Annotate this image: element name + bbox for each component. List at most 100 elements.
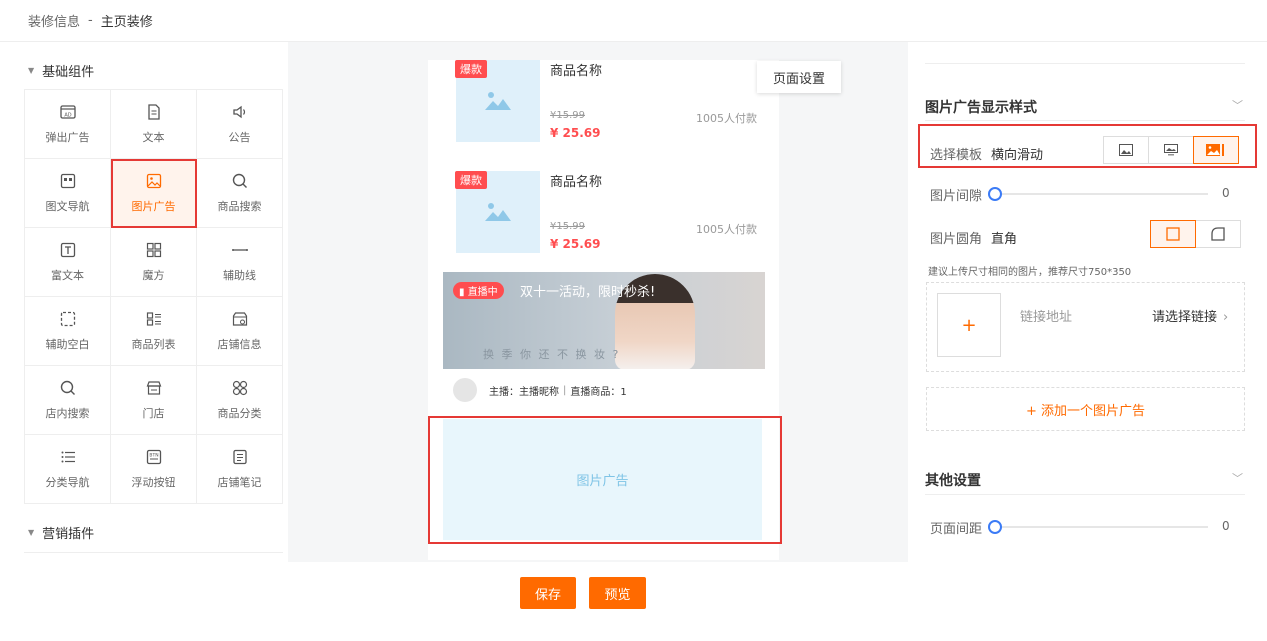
slider-track bbox=[988, 193, 1208, 195]
document-icon bbox=[145, 103, 163, 121]
add-image-ad-button[interactable]: + 添加一个图片广告 bbox=[926, 387, 1245, 431]
slider-handle[interactable] bbox=[988, 187, 1002, 201]
anchor-name: 主播：主播昵称 bbox=[489, 386, 559, 398]
preview-button[interactable]: 预览 bbox=[589, 577, 646, 609]
component-shop-note[interactable]: 店铺笔记 bbox=[197, 435, 283, 504]
component-rich-text[interactable]: 富文本 bbox=[25, 228, 111, 297]
page-settings-button[interactable]: 页面设置 bbox=[757, 61, 841, 93]
breadcrumb: 装修信息 - 主页装修 bbox=[0, 0, 1267, 42]
cube-grid-icon bbox=[145, 241, 163, 259]
svg-text:BTN: BTN bbox=[149, 453, 158, 459]
chevron-down-icon[interactable]: ﹀ bbox=[1232, 470, 1243, 486]
component-text[interactable]: 文本 bbox=[111, 90, 197, 159]
image-placeholder-icon bbox=[485, 203, 511, 221]
live-badge: ▮ 直播中 bbox=[453, 282, 504, 299]
chevron-down-icon[interactable]: ﹀ bbox=[1232, 97, 1243, 113]
component-panel: ▼ 基础组件 AD 弹出广告 文本 公告 图文导航 图片广告 商品搜索 富文本 … bbox=[0, 42, 288, 562]
corner-label: 图片圆角 bbox=[930, 232, 983, 247]
template-value: 横向滑动 bbox=[991, 148, 1044, 163]
product-name: 商品名称 bbox=[550, 175, 603, 190]
component-popup-ad[interactable]: AD 弹出广告 bbox=[25, 90, 111, 159]
gap-value: 0 bbox=[1222, 186, 1230, 200]
slider-handle[interactable] bbox=[988, 520, 1002, 534]
component-image-nav[interactable]: 图文导航 bbox=[25, 159, 111, 228]
corner-value: 直角 bbox=[991, 232, 1018, 247]
product-card[interactable]: 爆款 商品名称 ¥15.99 1005人付款 ¥ 25.69 bbox=[442, 171, 769, 271]
component-label: 图文导航 bbox=[45, 200, 90, 213]
component-product-search[interactable]: 商品搜索 bbox=[197, 159, 283, 228]
component-store[interactable]: 门店 bbox=[111, 366, 197, 435]
caret-down-icon: ▼ bbox=[28, 527, 35, 537]
component-product-list[interactable]: 商品列表 bbox=[111, 297, 197, 366]
component-blank[interactable]: 辅助空白 bbox=[25, 297, 111, 366]
component-label: 店内搜索 bbox=[45, 407, 90, 420]
speaker-icon bbox=[231, 103, 249, 121]
product-old-price: ¥15.99 bbox=[550, 110, 585, 121]
store-icon bbox=[145, 379, 163, 397]
gap-label: 图片间隙 bbox=[930, 189, 983, 204]
live-bars-icon: ▮ bbox=[459, 287, 468, 298]
divider bbox=[925, 63, 1245, 64]
product-price: ¥ 25.69 bbox=[550, 237, 601, 251]
live-title: 双十一活动，限时秒杀! bbox=[520, 285, 656, 300]
group-marketing-header[interactable]: ▼ 营销插件 bbox=[0, 518, 94, 546]
image-upload-button[interactable]: + bbox=[937, 293, 1001, 357]
corner-round-option[interactable] bbox=[1195, 220, 1241, 248]
template-horizontal-scroll-option[interactable] bbox=[1193, 136, 1239, 164]
divider bbox=[925, 494, 1245, 495]
template-label: 选择模板 bbox=[930, 148, 983, 163]
divider bbox=[925, 120, 1245, 121]
link-select[interactable]: 请选择链接 › bbox=[1152, 306, 1228, 325]
component-shop-info[interactable]: 店铺信息 bbox=[197, 297, 283, 366]
component-in-shop-search[interactable]: 店内搜索 bbox=[25, 366, 111, 435]
image-placeholder-icon bbox=[485, 92, 511, 110]
product-sold-count: 1005人付款 bbox=[696, 112, 757, 125]
component-float-button[interactable]: BTN 浮动按钮 bbox=[111, 435, 197, 504]
btn-icon: BTN bbox=[145, 448, 163, 466]
product-sold-count: 1005人付款 bbox=[696, 223, 757, 236]
note-icon bbox=[231, 448, 249, 466]
group-basic-header[interactable]: ▼ 基础组件 bbox=[0, 56, 288, 84]
template-carousel-option[interactable] bbox=[1148, 136, 1194, 164]
ad-icon: AD bbox=[59, 103, 77, 121]
component-label: 图片广告 bbox=[131, 200, 176, 213]
template-single-option[interactable] bbox=[1103, 136, 1149, 164]
corner-square-option[interactable] bbox=[1150, 220, 1196, 248]
component-category[interactable]: 商品分类 bbox=[197, 366, 283, 435]
page-margin-slider[interactable] bbox=[988, 520, 1208, 534]
hot-tag: 爆款 bbox=[455, 171, 487, 189]
dashed-square-icon bbox=[59, 310, 77, 328]
image-carousel-icon bbox=[1164, 144, 1178, 156]
page-margin-label: 页面间距 bbox=[930, 522, 983, 537]
component-label: 门店 bbox=[142, 407, 165, 420]
live-subtitle: 换 季 你 还 不 换 妆 ? bbox=[483, 348, 621, 361]
component-label: 店铺信息 bbox=[217, 338, 262, 351]
product-card[interactable]: 爆款 商品名称 ¥15.99 1005人付款 ¥ 25.69 bbox=[442, 60, 769, 160]
link-label: 链接地址 bbox=[1020, 310, 1073, 325]
image-nav-icon bbox=[59, 172, 77, 190]
component-label: 商品列表 bbox=[131, 338, 176, 351]
breadcrumb-parent[interactable]: 装修信息 bbox=[28, 11, 80, 30]
component-divider[interactable]: 辅助线 bbox=[197, 228, 283, 297]
save-button[interactable]: 保存 bbox=[520, 577, 576, 609]
component-cube[interactable]: 魔方 bbox=[111, 228, 197, 297]
component-notice[interactable]: 公告 bbox=[197, 90, 283, 159]
product-name: 商品名称 bbox=[550, 64, 603, 79]
component-image-ad[interactable]: 图片广告 bbox=[111, 159, 197, 228]
component-label: 魔方 bbox=[142, 269, 165, 282]
shop-info-icon bbox=[231, 310, 249, 328]
component-label: 文本 bbox=[142, 131, 165, 144]
live-product-count: 直播商品：1 bbox=[570, 386, 627, 398]
component-label: 公告 bbox=[228, 131, 251, 144]
component-label: 商品分类 bbox=[217, 407, 262, 420]
image-single-icon bbox=[1119, 144, 1133, 156]
component-label: 商品搜索 bbox=[217, 200, 262, 213]
live-banner[interactable]: ▮ 直播中 双十一活动，限时秒杀! 换 季 你 还 不 换 妆 ? bbox=[443, 272, 765, 369]
gap-slider[interactable] bbox=[988, 187, 1208, 201]
slider-track bbox=[988, 526, 1208, 528]
breadcrumb-separator: - bbox=[88, 13, 93, 28]
chevron-right-icon: › bbox=[1223, 310, 1229, 325]
round-corner-icon bbox=[1211, 227, 1225, 241]
corner-selector bbox=[1150, 220, 1241, 248]
component-category-nav[interactable]: 分类导航 bbox=[25, 435, 111, 504]
